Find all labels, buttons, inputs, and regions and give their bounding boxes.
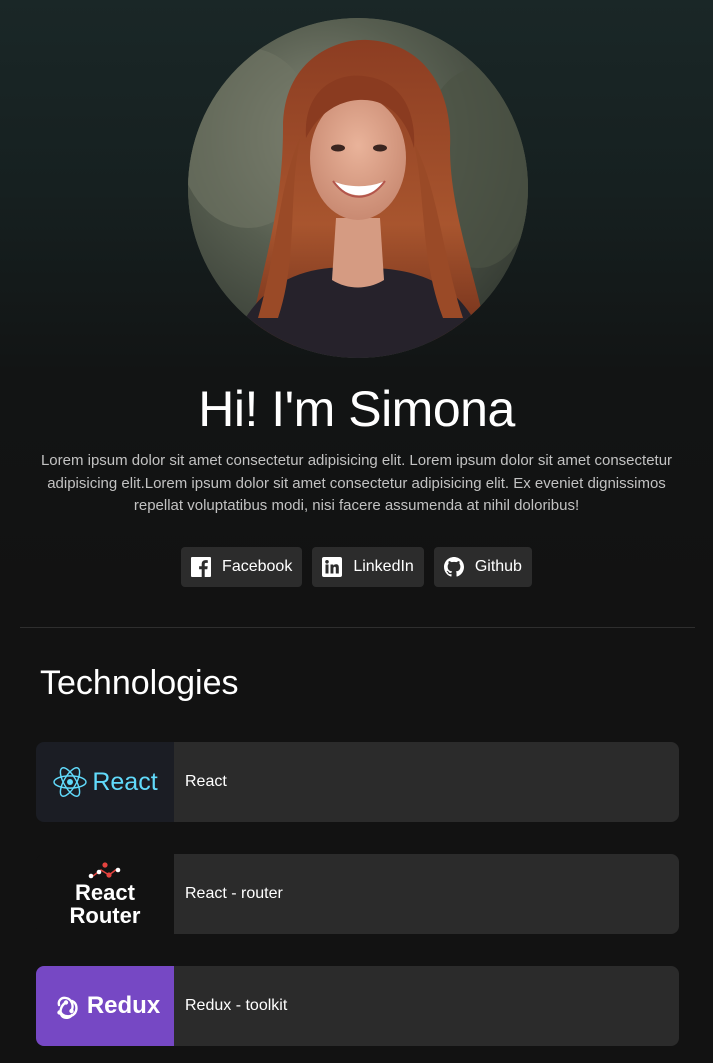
- react-router-logo: React Router: [36, 854, 174, 934]
- tech-item-react-router[interactable]: React Router React - router: [36, 854, 679, 934]
- portrait-photo: [188, 18, 528, 358]
- react-router-logo-text: React Router: [70, 881, 141, 927]
- github-button[interactable]: Github: [433, 547, 532, 587]
- facebook-icon: [191, 557, 212, 577]
- redux-logo: Redux: [36, 966, 174, 1046]
- tech-item-redux[interactable]: Redux Redux - toolkit: [36, 966, 679, 1046]
- redux-icon: [57, 996, 78, 1019]
- tech-item-react[interactable]: React React: [36, 742, 679, 822]
- github-label: Github: [474, 558, 522, 575]
- react-logo: React: [36, 742, 174, 822]
- linkedin-label: LinkedIn: [353, 558, 414, 575]
- react-router-logo-line2: Router: [69, 903, 141, 928]
- facebook-button[interactable]: Facebook: [181, 547, 303, 587]
- page-title: Hi! I'm Simona: [198, 381, 515, 437]
- section-divider: [20, 627, 695, 628]
- facebook-label: Facebook: [222, 558, 293, 575]
- avatar: [188, 18, 528, 358]
- linkedin-icon: [322, 557, 343, 577]
- linkedin-button[interactable]: LinkedIn: [312, 547, 424, 587]
- react-atom-icon: [53, 767, 88, 797]
- react-logo-text: React: [92, 767, 158, 796]
- bio-text: Lorem ipsum dolor sit amet consectetur a…: [40, 452, 673, 514]
- react-router-dots-icon: [88, 862, 121, 879]
- github-icon: [443, 557, 464, 577]
- tech-label-react-router: React - router: [174, 854, 679, 934]
- tech-label-redux: Redux - toolkit: [174, 966, 679, 1046]
- react-router-logo-line1: React: [75, 880, 135, 905]
- tech-label-react: React: [174, 742, 679, 822]
- technologies-heading: Technologies: [40, 664, 239, 702]
- social-links: Facebook LinkedIn Github: [0, 547, 713, 587]
- redux-logo-text: Redux: [86, 992, 161, 1019]
